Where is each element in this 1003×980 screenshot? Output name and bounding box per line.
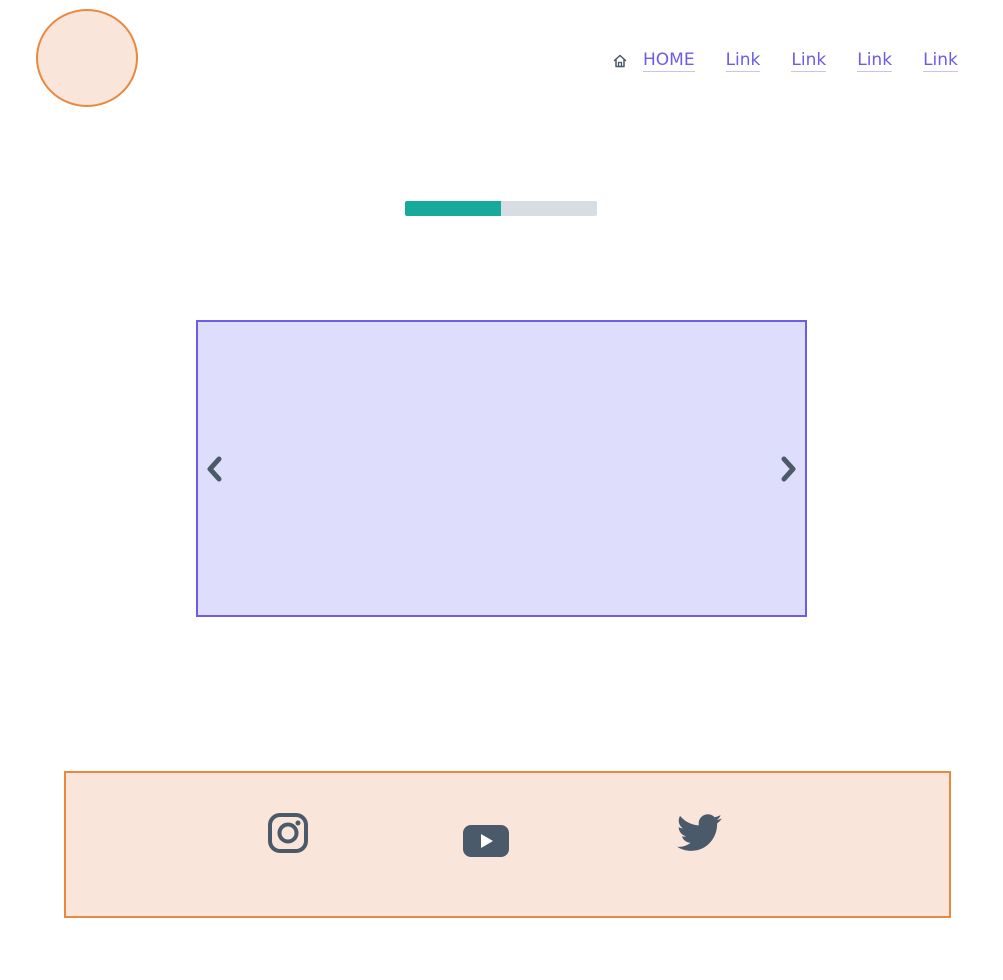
footer <box>64 771 951 918</box>
chevron-left-icon[interactable] <box>202 453 226 485</box>
main-nav: HOME Link Link Link Link <box>611 50 958 72</box>
progress-bar <box>405 201 597 216</box>
instagram-icon[interactable] <box>266 811 310 855</box>
nav-link[interactable]: Link <box>791 50 827 72</box>
progress-fill <box>405 201 501 216</box>
youtube-icon[interactable] <box>462 823 510 859</box>
nav-link[interactable]: Link <box>923 50 958 72</box>
twitter-icon[interactable] <box>676 813 724 853</box>
carousel <box>196 320 807 617</box>
nav-link[interactable]: Link <box>857 50 893 72</box>
chevron-right-icon[interactable] <box>777 453 801 485</box>
home-icon <box>611 52 629 70</box>
nav-home-link[interactable]: HOME <box>643 50 695 72</box>
nav-link[interactable]: Link <box>725 50 761 72</box>
logo[interactable] <box>36 9 138 107</box>
